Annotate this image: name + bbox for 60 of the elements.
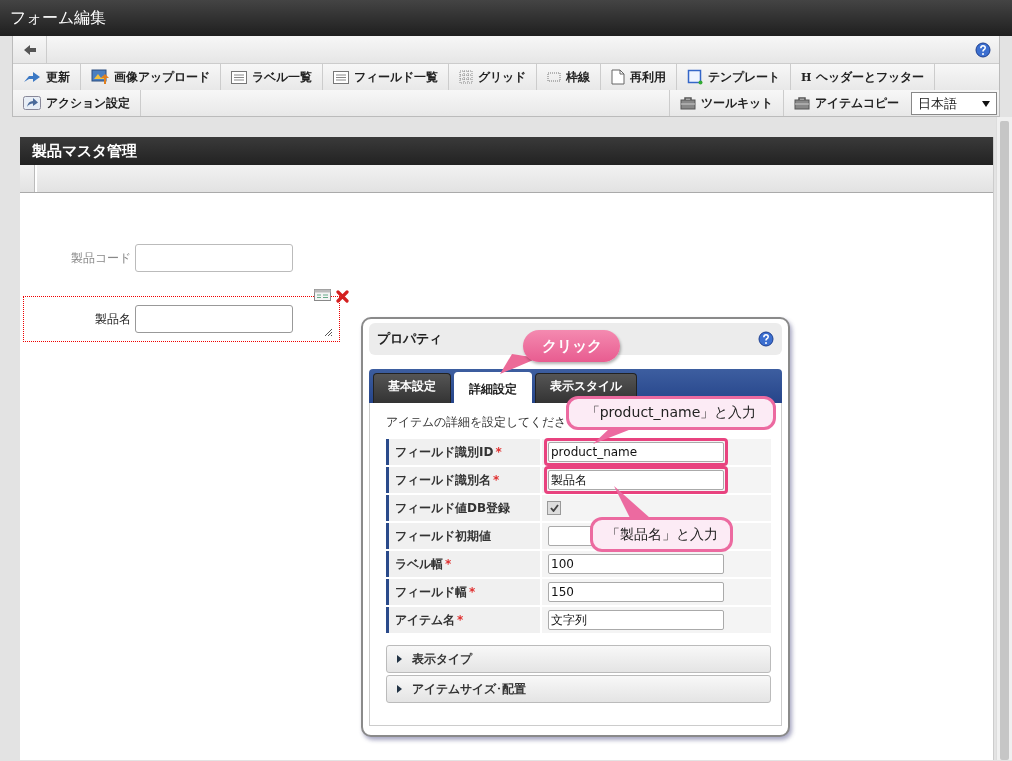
- toolbar-button[interactable]: ツールキット: [669, 90, 783, 116]
- form-item[interactable]: 製品コード: [23, 235, 340, 281]
- input-field[interactable]: [135, 305, 293, 333]
- required-mark: *: [493, 473, 500, 487]
- grid-icon: [459, 70, 473, 84]
- field-label: 製品名: [94, 310, 131, 328]
- description-text: アイテムの詳細を設定してくださ: [386, 414, 566, 431]
- required-mark: *: [495, 445, 502, 459]
- property-label: ラベル幅: [395, 555, 443, 573]
- input-field[interactable]: 製品名: [548, 470, 724, 490]
- tab[interactable]: 基本設定: [373, 373, 451, 403]
- checkbox[interactable]: [547, 501, 561, 515]
- property-label: フィールド値DB登録: [395, 499, 511, 517]
- resize-grip-icon[interactable]: [324, 328, 332, 336]
- arrow-icon: [22, 43, 37, 56]
- accordion-section[interactable]: アイテムサイズ･配置: [386, 675, 771, 703]
- required-mark: *: [445, 557, 452, 571]
- input-field[interactable]: 150: [548, 582, 724, 602]
- property-label: フィールド識別ID: [395, 443, 494, 461]
- close-icon[interactable]: [336, 290, 349, 303]
- form-title: 製品マスタ管理: [32, 141, 137, 161]
- list-icon: [333, 70, 349, 84]
- share-icon: [23, 96, 41, 110]
- caret-icon: [397, 655, 402, 663]
- input-field[interactable]: product_name: [548, 442, 724, 462]
- callout-tooltip: クリック: [523, 330, 620, 362]
- property-label: フィールド幅: [395, 583, 467, 601]
- briefcase-icon: [794, 96, 810, 110]
- input-field[interactable]: 100: [548, 554, 724, 574]
- help-icon[interactable]: [758, 331, 774, 347]
- required-mark: *: [457, 613, 464, 627]
- input-field[interactable]: 文字列: [548, 610, 724, 630]
- image-upload-icon: [91, 69, 109, 85]
- dotted-border-icon: [547, 71, 561, 83]
- caret-icon: [397, 685, 402, 693]
- language-select[interactable]: 日本語: [911, 92, 997, 115]
- window-title: フォーム編集: [10, 7, 106, 29]
- property-label: フィールド識別名: [395, 471, 491, 489]
- callout-tooltip: 「product_name」と入力: [566, 396, 776, 430]
- toolbar-button[interactable]: アクション設定: [13, 90, 141, 116]
- table-icon[interactable]: [314, 289, 331, 301]
- toolbar-button[interactable]: アイテムコピー: [783, 90, 909, 116]
- help-icon[interactable]: [975, 41, 991, 58]
- scrollbar[interactable]: [996, 117, 1012, 760]
- dialog-title: プロパティ: [377, 330, 442, 348]
- list-icon: [231, 70, 247, 84]
- frame-icon: [687, 69, 703, 85]
- field-label: 製品コード: [70, 249, 131, 267]
- property-label: アイテム名: [395, 611, 455, 629]
- tab[interactable]: 詳細設定: [454, 372, 532, 403]
- document-icon: [611, 69, 625, 85]
- input-field[interactable]: [135, 244, 293, 272]
- caret-icon: [982, 100, 990, 107]
- selected-form-item[interactable]: 製品名: [23, 296, 340, 342]
- accordion-section[interactable]: 表示タイプ: [386, 645, 771, 673]
- property-label: フィールド初期値: [395, 527, 491, 545]
- callout-tooltip: 「製品名」と入力: [590, 517, 733, 552]
- required-mark: *: [469, 585, 476, 599]
- briefcase-icon: [680, 96, 696, 110]
- arrow-icon: [23, 70, 41, 84]
